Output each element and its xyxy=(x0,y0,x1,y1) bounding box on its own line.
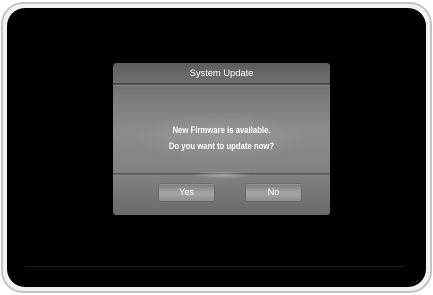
system-update-dialog: System Update New Firmware is available.… xyxy=(113,63,330,215)
dialog-message-line-1: New Firmware is available. xyxy=(172,125,271,135)
title-separator xyxy=(113,83,330,86)
separator-highlight xyxy=(193,171,251,179)
dialog-message-line-2: Do you want to update now? xyxy=(168,141,275,151)
tv-screen-frame: System Update New Firmware is available.… xyxy=(1,2,432,293)
screen-bottom-line xyxy=(25,266,404,267)
message-highlight xyxy=(133,111,310,163)
yes-button[interactable]: Yes xyxy=(159,184,214,201)
no-button[interactable]: No xyxy=(246,184,301,201)
tv-screen: System Update New Firmware is available.… xyxy=(7,8,426,287)
dialog-title: System Update xyxy=(189,68,254,79)
